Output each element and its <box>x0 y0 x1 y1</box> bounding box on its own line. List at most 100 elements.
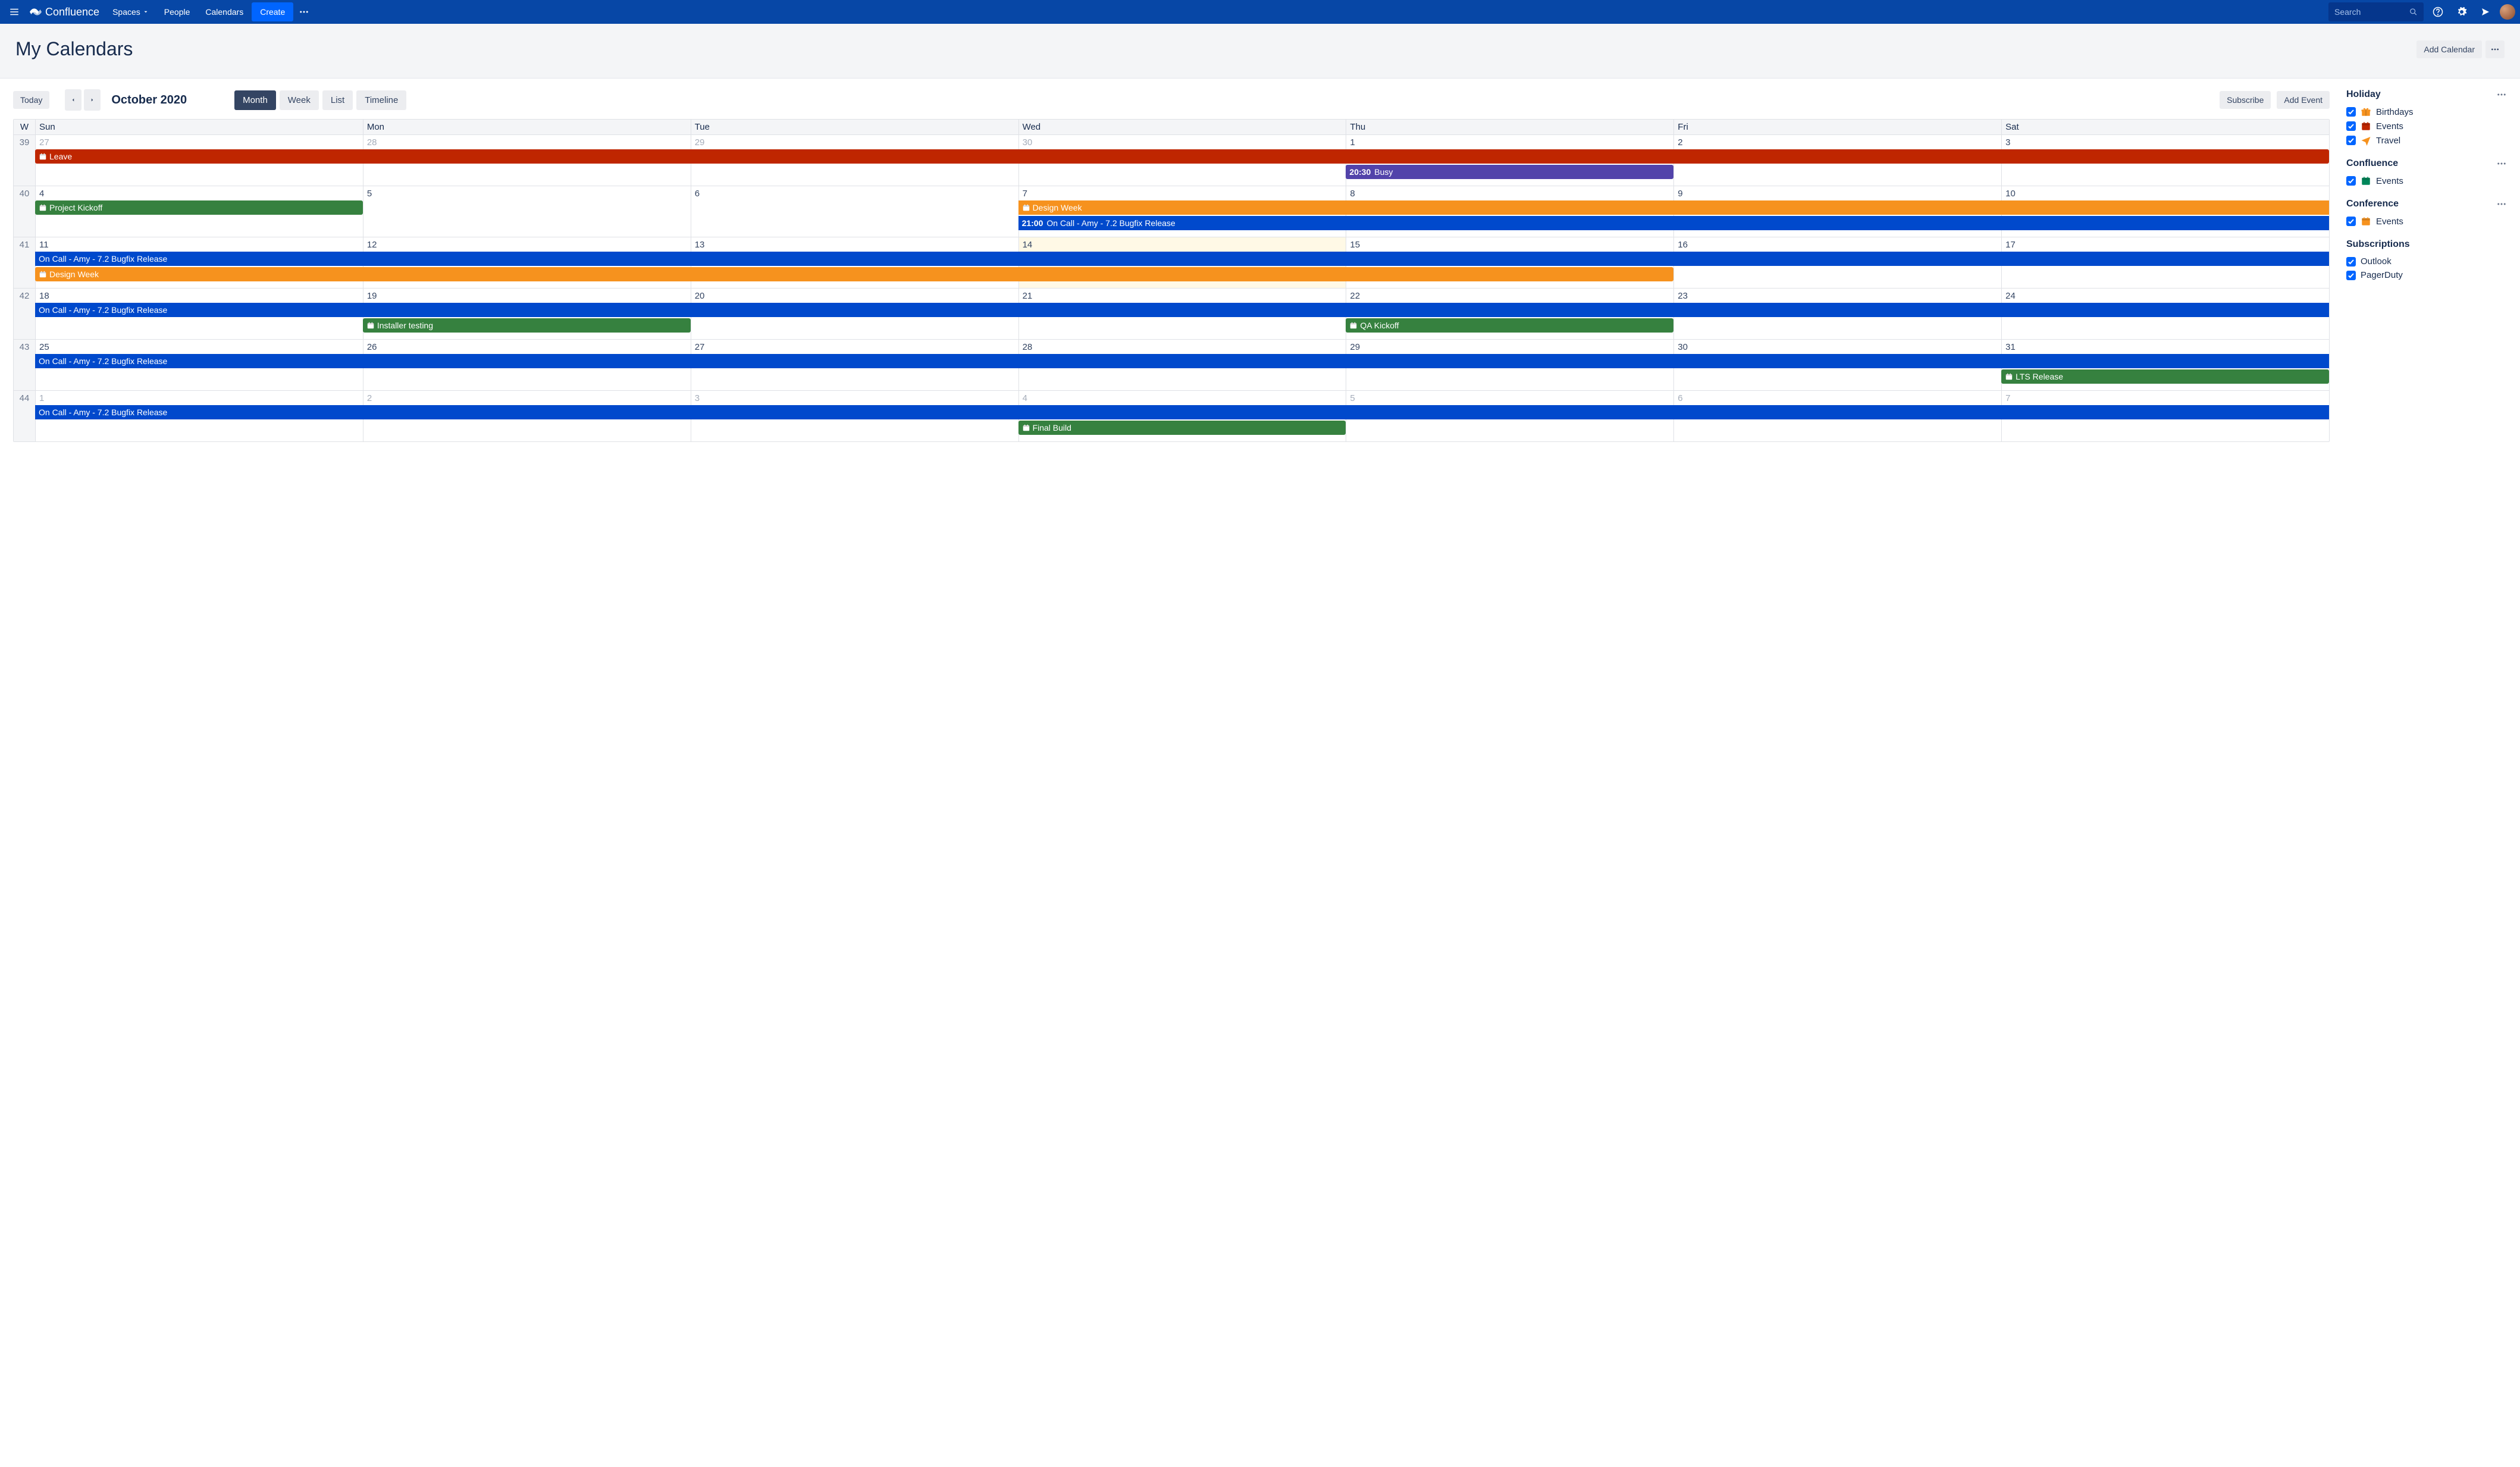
calendar-item: Events <box>2346 119 2507 133</box>
day-number: 12 <box>367 240 687 250</box>
calendar-event[interactable]: On Call - Amy - 7.2 Bugfix Release <box>35 405 2329 419</box>
week-header: W <box>14 120 35 134</box>
calendar-checkbox[interactable] <box>2346 217 2356 226</box>
nav-calendars[interactable]: Calendars <box>198 2 250 21</box>
day-number: 5 <box>1350 393 1670 403</box>
calendar-group-menu[interactable] <box>2496 89 2507 100</box>
day-header: Mon <box>363 120 691 134</box>
day-header: Thu <box>1346 120 1673 134</box>
day-number: 7 <box>1023 189 1343 199</box>
day-number: 4 <box>1023 393 1343 403</box>
day-header: Fri <box>1673 120 2001 134</box>
calendars-sidebar: HolidayBirthdaysEventsTravelConfluenceEv… <box>2346 89 2507 442</box>
day-number: 8 <box>1350 189 1670 199</box>
event-label: Project Kickoff <box>49 203 102 212</box>
product-logo[interactable]: Confluence <box>25 6 104 18</box>
week-number: 42 <box>14 289 35 339</box>
day-number: 11 <box>39 240 359 250</box>
day-number: 24 <box>2005 291 2325 301</box>
settings-icon[interactable] <box>2452 2 2471 21</box>
calendar-event[interactable]: Project Kickoff <box>35 200 363 215</box>
nav-spaces[interactable]: Spaces <box>105 2 156 21</box>
today-button[interactable]: Today <box>13 91 49 109</box>
calendar-checkbox[interactable] <box>2346 121 2356 131</box>
event-label: Busy <box>1374 167 1393 177</box>
calendar-checkbox[interactable] <box>2346 136 2356 145</box>
view-week[interactable]: Week <box>280 90 319 110</box>
calendar-event[interactable]: QA Kickoff <box>1346 318 1673 333</box>
calendar-event[interactable]: Installer testing <box>363 318 691 333</box>
calendar-event[interactable]: LTS Release <box>2001 369 2329 384</box>
calendar-grid: WSunMonTueWedThuFriSat 3927282930123Leav… <box>13 119 2330 442</box>
calendar-event[interactable]: On Call - Amy - 7.2 Bugfix Release <box>35 303 2329 317</box>
day-number: 6 <box>1678 393 1998 403</box>
day-number: 14 <box>1023 240 1343 250</box>
event-label: On Call - Amy - 7.2 Bugfix Release <box>39 254 167 264</box>
event-label: On Call - Amy - 7.2 Bugfix Release <box>39 356 167 366</box>
calendar-group-menu[interactable] <box>2496 158 2507 169</box>
calendar-week: 4111121314151617On Call - Amy - 7.2 Bugf… <box>14 237 2329 288</box>
calendar-group: ConferenceEvents <box>2346 199 2507 228</box>
day-number: 20 <box>695 291 1015 301</box>
add-calendar-button[interactable]: Add Calendar <box>2416 40 2482 58</box>
calendar-item: PagerDuty <box>2346 268 2507 282</box>
add-event-button[interactable]: Add Event <box>2277 91 2330 109</box>
calendar-event[interactable]: Design Week <box>1018 200 2329 215</box>
week-number: 44 <box>14 391 35 441</box>
calendar-item: Birthdays <box>2346 105 2507 119</box>
help-icon[interactable] <box>2428 2 2447 21</box>
nav-people[interactable]: People <box>157 2 198 21</box>
nav-calendars-label: Calendars <box>205 7 243 17</box>
calendar-checkbox[interactable] <box>2346 176 2356 186</box>
day-number: 23 <box>1678 291 1998 301</box>
calendar-group: SubscriptionsOutlookPagerDuty <box>2346 239 2507 282</box>
day-number: 1 <box>39 393 359 403</box>
events-layer: On Call - Amy - 7.2 Bugfix Release Design… <box>35 252 2329 281</box>
prev-button[interactable] <box>65 89 82 111</box>
search-input[interactable] <box>2334 7 2405 17</box>
day-number: 30 <box>1678 342 1998 352</box>
view-month[interactable]: Month <box>234 90 276 110</box>
calendar-item-label: Events <box>2376 121 2403 131</box>
cal-icon <box>2361 175 2371 186</box>
view-timeline[interactable]: Timeline <box>356 90 406 110</box>
calendar-event[interactable]: 21:00On Call - Amy - 7.2 Bugfix Release <box>1018 216 2329 230</box>
page-title: My Calendars <box>15 38 133 60</box>
day-number: 7 <box>2005 393 2325 403</box>
notifications-icon[interactable] <box>2476 2 2495 21</box>
cal-icon <box>2361 121 2371 131</box>
calendar-checkbox[interactable] <box>2346 257 2356 267</box>
calendar-event[interactable]: On Call - Amy - 7.2 Bugfix Release <box>35 354 2329 368</box>
calendar-checkbox[interactable] <box>2346 271 2356 280</box>
calendar-event[interactable]: Design Week <box>35 267 1673 281</box>
calendar-item-label: PagerDuty <box>2361 270 2403 280</box>
day-number: 6 <box>695 189 1015 199</box>
calendar-event[interactable]: 20:30Busy <box>1346 165 1673 179</box>
day-number: 15 <box>1350 240 1670 250</box>
day-number: 10 <box>2005 189 2325 199</box>
day-number: 30 <box>1023 137 1343 148</box>
view-list[interactable]: List <box>322 90 353 110</box>
page-more-button[interactable] <box>2485 40 2505 58</box>
events-layer: On Call - Amy - 7.2 Bugfix ReleaseInstal… <box>35 303 2329 333</box>
next-button[interactable] <box>84 89 101 111</box>
calendar-group-title: Subscriptions <box>2346 239 2410 250</box>
calendar-group-menu[interactable] <box>2496 199 2507 209</box>
top-nav: Confluence Spaces People Calendars Creat… <box>0 0 2520 24</box>
calendar-item-label: Events <box>2376 176 2403 186</box>
create-button[interactable]: Create <box>252 2 293 21</box>
day-number: 21 <box>1023 291 1343 301</box>
calendar-event[interactable]: On Call - Amy - 7.2 Bugfix Release <box>35 252 2329 266</box>
user-avatar[interactable] <box>2500 4 2515 20</box>
nav-spaces-label: Spaces <box>112 7 140 17</box>
calendar-event[interactable]: Final Build <box>1018 421 1346 435</box>
subscribe-button[interactable]: Subscribe <box>2220 91 2271 109</box>
more-nav-icon[interactable] <box>294 2 314 21</box>
create-button-label: Create <box>260 7 285 17</box>
menu-icon[interactable] <box>5 2 24 21</box>
event-label: Leave <box>49 152 72 161</box>
calendar-checkbox[interactable] <box>2346 107 2356 117</box>
search-box[interactable] <box>2328 2 2424 21</box>
calendar-event[interactable]: Leave <box>35 149 2329 164</box>
calendar-area: Today October 2020 Month Week List Timel… <box>13 89 2330 442</box>
